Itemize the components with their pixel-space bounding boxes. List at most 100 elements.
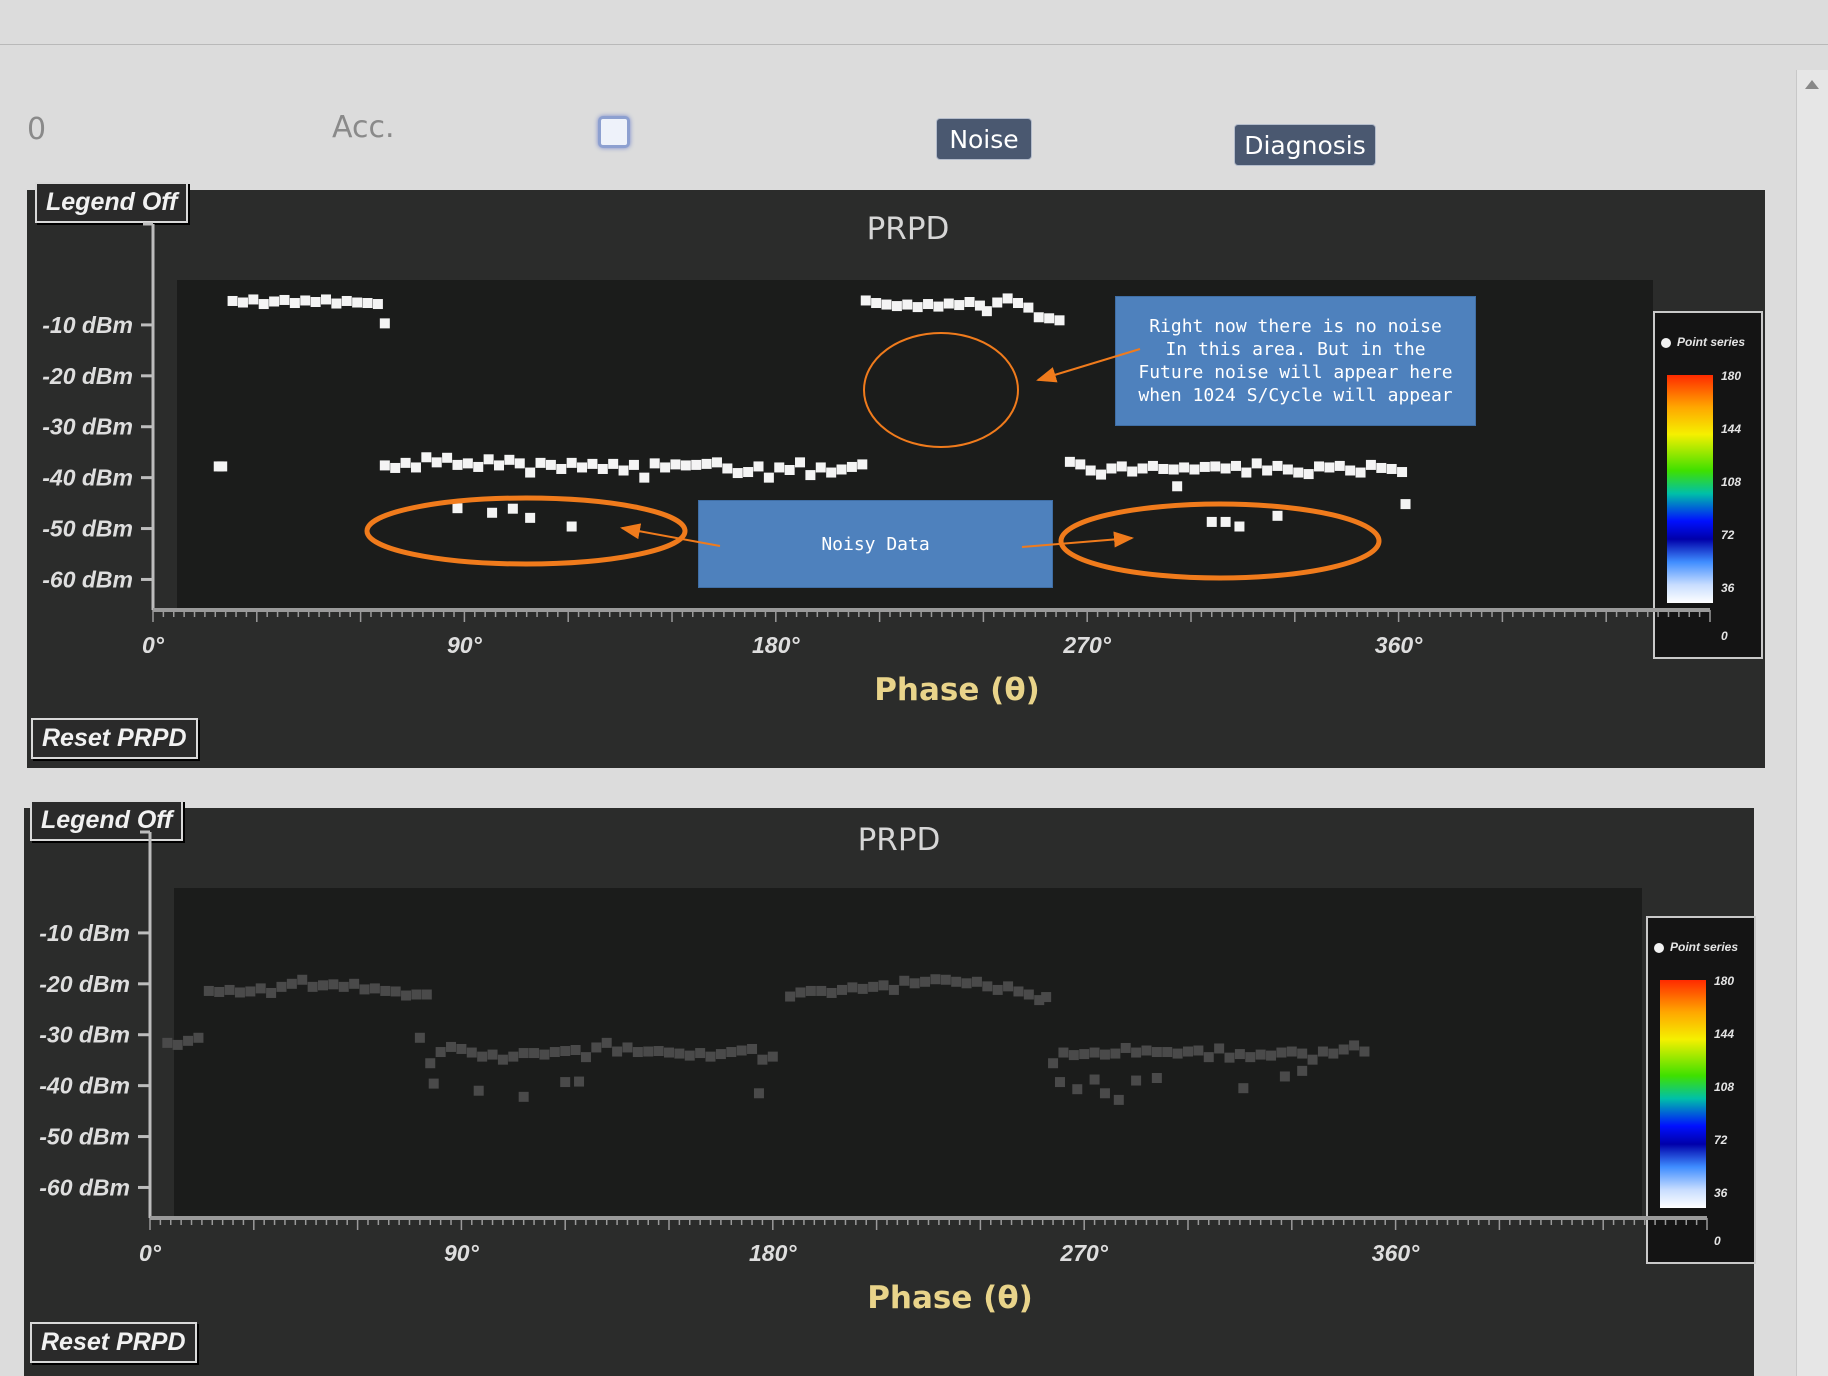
scroll-up-arrow-icon[interactable] (1805, 80, 1819, 89)
data-point (237, 297, 248, 308)
data-point (401, 990, 412, 1001)
data-point (411, 989, 422, 1000)
data-point (846, 461, 857, 472)
data-point (722, 463, 733, 474)
data-point (1397, 467, 1408, 478)
data-point (1089, 1047, 1100, 1058)
data-point (1272, 460, 1283, 471)
data-point (961, 978, 972, 989)
data-point (940, 974, 951, 985)
y-tick-label: -50 dBm (39, 1124, 130, 1150)
data-point (514, 458, 525, 469)
data-point (425, 1058, 436, 1069)
data-point (612, 1046, 623, 1057)
data-point (1168, 464, 1179, 475)
data-point (597, 463, 608, 474)
data-point (529, 1048, 540, 1059)
data-point (1096, 469, 1107, 480)
x-tick-label: 180° (752, 632, 800, 658)
data-point (580, 1052, 591, 1063)
data-point (462, 458, 473, 469)
data-point (549, 1047, 560, 1058)
y-tick-label: -30 dBm (39, 1022, 130, 1048)
data-point (1279, 1071, 1290, 1082)
data-point (217, 461, 228, 472)
data-point (276, 981, 287, 992)
x-tick-label: 360° (1372, 1240, 1420, 1266)
data-point (1376, 462, 1387, 473)
data-point (560, 1046, 571, 1057)
data-point (507, 503, 518, 514)
data-point (310, 297, 321, 307)
data-point (1013, 986, 1024, 997)
x-tick-label: 270° (1059, 1240, 1108, 1266)
data-point (497, 1054, 508, 1065)
data-point (539, 1049, 550, 1060)
data-point (964, 297, 975, 307)
data-point (1359, 1046, 1370, 1057)
data-point (871, 298, 882, 309)
data-point (1234, 1049, 1245, 1060)
data-point (743, 467, 754, 478)
data-point (1203, 1052, 1214, 1063)
data-point (1099, 1088, 1110, 1099)
data-point (1303, 469, 1314, 480)
data-point (1255, 1049, 1266, 1060)
data-point (1113, 1094, 1124, 1105)
data-point (653, 1046, 664, 1057)
acc-checkbox[interactable] (598, 116, 630, 148)
data-point (1334, 460, 1345, 471)
data-point (1317, 1046, 1328, 1057)
x-axis-title: Phase (θ) (874, 672, 1040, 708)
data-point (691, 459, 702, 470)
data-point (785, 991, 796, 1002)
data-point (767, 1051, 778, 1062)
data-point (494, 460, 504, 471)
data-point (369, 983, 380, 994)
data-point (1307, 1054, 1318, 1065)
data-point (400, 457, 411, 468)
data-point (680, 460, 691, 471)
data-point (816, 985, 827, 996)
data-point (248, 294, 259, 305)
data-point (795, 987, 806, 998)
data-point (1272, 510, 1283, 521)
data-point (1293, 467, 1304, 478)
noise-button[interactable]: Noise (936, 118, 1032, 160)
data-point (566, 521, 577, 532)
data-point (1068, 1050, 1079, 1061)
data-point (266, 987, 277, 998)
data-point (286, 978, 297, 989)
data-point (421, 452, 432, 463)
data-point (837, 984, 847, 995)
data-point (279, 294, 290, 305)
data-point (1162, 1047, 1173, 1058)
data-point (477, 1051, 488, 1062)
data-point (923, 299, 934, 310)
data-point (1276, 1047, 1287, 1058)
y-tick-label: -10 dBm (42, 312, 133, 338)
data-point (1099, 1049, 1110, 1060)
y-tick-label: -60 dBm (42, 566, 133, 592)
data-point (992, 297, 1003, 308)
data-point (992, 984, 1003, 995)
diagnosis-button[interactable]: Diagnosis (1234, 124, 1376, 166)
data-point (784, 465, 795, 475)
data-point (556, 463, 567, 474)
data-point (379, 460, 390, 471)
data-point (674, 1048, 685, 1059)
prpd-panel-1: PRPD Legend Off Reset PRPD Point series … (27, 182, 1765, 768)
x-tick-label: 90° (447, 632, 483, 658)
data-point (289, 298, 300, 309)
data-point (757, 1054, 768, 1065)
data-point (574, 1076, 585, 1087)
data-point (1058, 1047, 1069, 1058)
data-point (318, 980, 328, 991)
data-point (805, 470, 816, 481)
page-scrollbar[interactable] (1796, 70, 1828, 1376)
data-point (857, 459, 868, 470)
data-point (1158, 463, 1169, 474)
future-noise-callout: Right now there is no noise In this area… (1115, 296, 1476, 426)
data-point (300, 295, 311, 306)
data-point (172, 1039, 183, 1050)
